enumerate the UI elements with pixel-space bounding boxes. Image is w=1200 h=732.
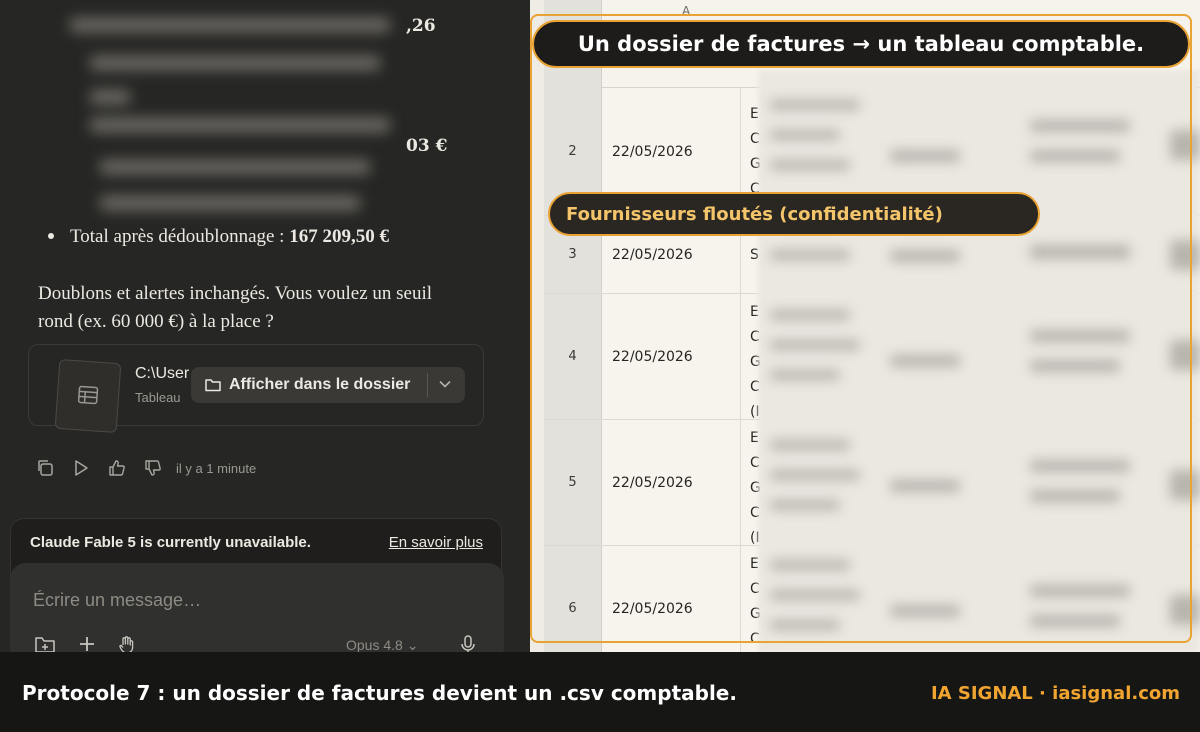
banner-message: Claude Fable 5 is currently unavailable. xyxy=(30,534,311,551)
blurred-cell xyxy=(770,590,860,600)
chat-panel: ,26 03 € Total après dédoublonnage : 167… xyxy=(0,0,530,652)
row-number[interactable]: 6 xyxy=(544,546,602,652)
blurred-cell xyxy=(770,470,860,480)
blurred-cell xyxy=(1030,120,1130,132)
date-cell[interactable]: 22/05/2026 xyxy=(612,546,693,652)
blurred-cell xyxy=(1030,360,1120,372)
blurred-cell xyxy=(770,440,850,450)
assistant-paragraph: Doublons et alertes inchangés. Vous voul… xyxy=(38,283,433,332)
folder-icon xyxy=(205,379,221,392)
total-bullet: Total après dédoublonnage : 167 209,50 € xyxy=(48,226,389,248)
blurred-cell xyxy=(770,560,850,570)
blurred-cell xyxy=(770,370,840,380)
message-composer: Opus 4.8 ⌄ xyxy=(10,563,504,652)
overlay-title: Un dossier de factures → un tableau comp… xyxy=(532,20,1190,68)
row-number[interactable]: 5 xyxy=(544,420,602,545)
composer-tools xyxy=(34,635,136,652)
date-cell[interactable]: 22/05/2026 xyxy=(612,420,693,545)
button-divider xyxy=(427,373,428,397)
thumbs-down-icon[interactable] xyxy=(144,459,162,477)
blurred-cell xyxy=(890,480,960,492)
bullet-value: 167 209,50 € xyxy=(289,226,389,247)
blurred-cell xyxy=(1030,330,1130,342)
blurred-cell xyxy=(770,500,840,510)
footer-caption: Protocole 7 : un dossier de factures dev… xyxy=(22,681,737,705)
model-name: Opus 4.8 xyxy=(346,637,403,652)
blurred-cell xyxy=(1030,460,1130,472)
message-timestamp: il y a 1 minute xyxy=(176,460,257,476)
blurred-cell xyxy=(890,150,960,162)
chevron-down-icon: ⌄ xyxy=(406,637,419,652)
plus-icon[interactable] xyxy=(78,635,96,652)
date-cell[interactable]: 22/05/2026 xyxy=(612,294,693,419)
thumbs-up-icon[interactable] xyxy=(108,459,126,477)
blurred-cell xyxy=(890,355,960,367)
column-divider xyxy=(740,420,741,545)
bullet-dot xyxy=(48,232,54,239)
blurred-cell xyxy=(890,605,960,617)
play-icon[interactable] xyxy=(72,459,90,477)
row-number[interactable]: 4 xyxy=(544,294,602,419)
file-type: Tableau xyxy=(135,390,181,405)
show-in-folder-label: Afficher dans le dossier xyxy=(229,376,411,393)
blurred-cell xyxy=(770,250,850,260)
blurred-cell xyxy=(1030,150,1120,162)
blurred-cell xyxy=(1170,470,1200,500)
blurred-cell xyxy=(1170,130,1200,160)
blurred-cell xyxy=(770,620,840,630)
footer-brand: IA SIGNAL · iasignal.com xyxy=(930,683,1180,704)
message-actions: il y a 1 minute xyxy=(36,456,256,480)
blurred-cell xyxy=(1030,615,1120,627)
blurred-cell xyxy=(1170,240,1200,270)
blur-note: Fournisseurs floutés (confidentialité) xyxy=(548,192,1040,236)
show-in-folder-button[interactable]: Afficher dans le dossier xyxy=(191,367,465,403)
blurred-cell xyxy=(770,340,860,350)
blurred-cell xyxy=(1030,245,1130,259)
footer: Protocole 7 : un dossier de factures dev… xyxy=(0,652,1200,732)
message-input[interactable] xyxy=(33,585,473,615)
blurred-cell xyxy=(1170,595,1200,625)
blurred-cell xyxy=(1170,340,1200,370)
file-name: C:\User xyxy=(135,365,190,382)
blurred-cell xyxy=(1030,585,1130,597)
file-card[interactable]: C:\User Tableau Afficher dans le dossier xyxy=(28,344,484,434)
amount-fragment-2: 03 € xyxy=(406,136,448,156)
hand-icon[interactable] xyxy=(118,635,136,652)
learn-more-link[interactable]: En savoir plus xyxy=(389,534,483,551)
blurred-text-block xyxy=(60,0,410,220)
blurred-cell xyxy=(770,130,840,140)
blurred-cell xyxy=(770,100,860,110)
file-thumbnail xyxy=(54,358,122,434)
folder-add-icon[interactable] xyxy=(34,635,56,652)
blurred-cell xyxy=(770,160,850,170)
column-header-a[interactable]: A xyxy=(682,4,690,18)
microphone-icon[interactable] xyxy=(460,635,476,652)
blurred-cell xyxy=(1030,490,1120,502)
column-divider xyxy=(740,546,741,652)
chevron-down-icon[interactable] xyxy=(439,379,451,389)
column-divider xyxy=(740,294,741,419)
blurred-cell xyxy=(770,310,850,320)
bullet-label: Total après dédoublonnage : xyxy=(70,226,285,247)
copy-icon[interactable] xyxy=(36,459,54,477)
table-icon xyxy=(77,385,99,405)
model-selector[interactable]: Opus 4.8 ⌄ xyxy=(346,637,418,652)
amount-fragment-1: ,26 xyxy=(406,16,436,36)
blurred-cell xyxy=(890,250,960,262)
